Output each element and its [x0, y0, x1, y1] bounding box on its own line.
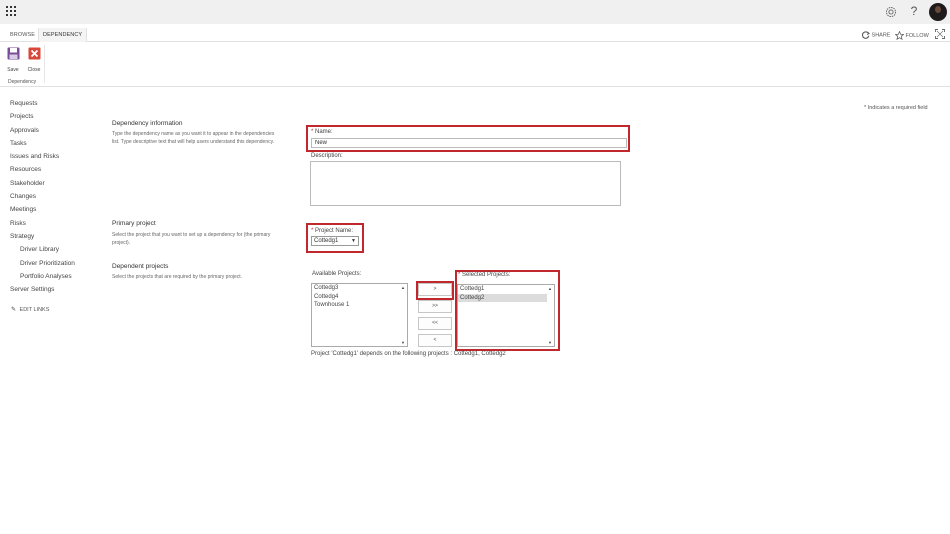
primary-project-title: Primary project — [112, 220, 156, 227]
close-label: Close — [27, 67, 41, 73]
edit-links-label: EDIT LINKS — [19, 307, 50, 313]
nav-item-strategy[interactable]: Strategy — [10, 232, 100, 245]
star-icon — [894, 30, 905, 41]
required-field-note: * Indicates a required field — [864, 105, 928, 111]
remove-all-button[interactable]: << — [418, 317, 452, 330]
description-textarea[interactable] — [310, 161, 621, 206]
scrollbar[interactable]: ▲ ▼ — [546, 285, 554, 346]
nav-item-server-settings[interactable]: Server Settings — [10, 285, 100, 298]
nav-item-driver-prioritization[interactable]: Driver Prioritization — [10, 259, 100, 272]
name-label: * Name: — [311, 129, 333, 135]
nav-item-requests[interactable]: Requests — [10, 99, 100, 112]
app-launcher-icon[interactable] — [6, 6, 17, 17]
focus-content-icon[interactable] — [935, 29, 945, 39]
follow-label: FOLLOW — [905, 32, 929, 39]
pencil-icon: ✎ — [11, 307, 17, 313]
nav-item-resources[interactable]: Resources — [10, 165, 100, 178]
project-name-label: * Project Name: — [311, 228, 353, 234]
save-label: Save — [7, 67, 19, 73]
nav-item-driver-library[interactable]: Driver Library — [10, 245, 100, 258]
gear-icon[interactable] — [884, 5, 898, 19]
share-label: SHARE — [871, 32, 891, 39]
scroll-down-icon[interactable]: ▼ — [401, 340, 405, 345]
dependency-info-desc: Type the dependency name as you want it … — [112, 131, 275, 145]
close-icon — [28, 47, 40, 60]
nav-item-stakeholder[interactable]: Stakeholder — [10, 179, 100, 192]
scroll-down-icon[interactable]: ▼ — [548, 340, 552, 345]
selected-projects-list[interactable]: Cottedg1 Cottedg2 ▲ ▼ — [457, 284, 555, 347]
required-mark: * — [458, 272, 461, 278]
nav-item-projects[interactable]: Projects — [10, 112, 100, 125]
nav-item-risks[interactable]: Risks — [10, 219, 100, 232]
dependency-info-title: Dependency information — [112, 120, 183, 127]
ribbon-group-divider — [44, 45, 45, 83]
description-label: Description: — [311, 153, 343, 159]
dependent-projects-desc: Select the projects that are required by… — [112, 274, 243, 280]
tab-dependency[interactable]: DEPENDENCY — [38, 28, 88, 42]
remove-selected-button[interactable]: < — [418, 334, 452, 347]
list-item[interactable]: Townhouse 1 — [312, 301, 407, 310]
help-icon[interactable]: ? — [909, 4, 919, 18]
selected-projects-label: * Selected Projects: — [458, 272, 510, 278]
share-icon — [862, 31, 870, 39]
dependency-summary: Project 'Cottedg1' depends on the follow… — [311, 351, 506, 357]
selected-projects-label-text: Selected Projects: — [462, 272, 511, 278]
nav-item-approvals[interactable]: Approvals — [10, 126, 100, 139]
ribbon-group-label: Dependency — [8, 79, 37, 85]
project-name-value: Cottedg1 — [314, 238, 339, 244]
nav-item-changes[interactable]: Changes — [10, 192, 100, 205]
close-button[interactable]: Close — [24, 47, 44, 73]
name-label-text: Name: — [315, 129, 333, 135]
nav-item-meetings[interactable]: Meetings — [10, 205, 100, 218]
required-mark: * — [311, 228, 314, 234]
list-item[interactable]: Cottedg4 — [312, 293, 407, 302]
ribbon-divider — [0, 86, 950, 87]
project-name-label-text: Project Name: — [315, 228, 354, 234]
scrollbar[interactable]: ▲ ▼ — [399, 284, 407, 346]
available-projects-label: Available Projects: — [312, 271, 362, 277]
tab-browse[interactable]: BROWSE — [6, 28, 39, 42]
follow-button[interactable]: FOLLOW — [894, 30, 929, 41]
list-item-selected[interactable]: Cottedg2 — [458, 293, 547, 302]
project-name-select[interactable]: Cottedg1 ▼ — [311, 236, 359, 246]
nav-item-tasks[interactable]: Tasks — [10, 139, 100, 152]
ribbon-tabs: BROWSE DEPENDENCY — [0, 28, 950, 42]
add-all-button[interactable]: >> — [418, 300, 452, 313]
list-item[interactable]: Cottedg1 — [458, 285, 554, 294]
available-projects-list[interactable]: Cottedg3 Cottedg4 Townhouse 1 ▲ ▼ — [311, 283, 408, 347]
dependent-projects-title: Dependent projects — [112, 263, 169, 270]
floppy-disk-icon — [7, 47, 19, 60]
avatar[interactable] — [929, 3, 947, 21]
list-item[interactable]: Cottedg3 — [312, 284, 407, 293]
scroll-up-icon[interactable]: ▲ — [548, 286, 552, 291]
save-button[interactable]: Save — [3, 47, 23, 73]
edit-links[interactable]: ✎ EDIT LINKS — [11, 306, 49, 313]
name-input[interactable] — [311, 138, 627, 148]
primary-project-desc: Select the project that you want to set … — [112, 232, 271, 246]
suite-bar: ? — [0, 0, 950, 24]
nav-item-portfolio-analyses[interactable]: Portfolio Analyses — [10, 272, 100, 285]
nav-item-issues-and-risks[interactable]: Issues and Risks — [10, 152, 100, 165]
quick-launch-nav: Requests Projects Approvals Tasks Issues… — [10, 99, 100, 298]
required-mark: * — [311, 129, 314, 135]
share-button[interactable]: SHARE — [862, 31, 890, 41]
chevron-down-icon: ▼ — [351, 238, 356, 244]
scroll-up-icon[interactable]: ▲ — [401, 285, 405, 290]
add-selected-button[interactable]: > — [418, 283, 452, 296]
